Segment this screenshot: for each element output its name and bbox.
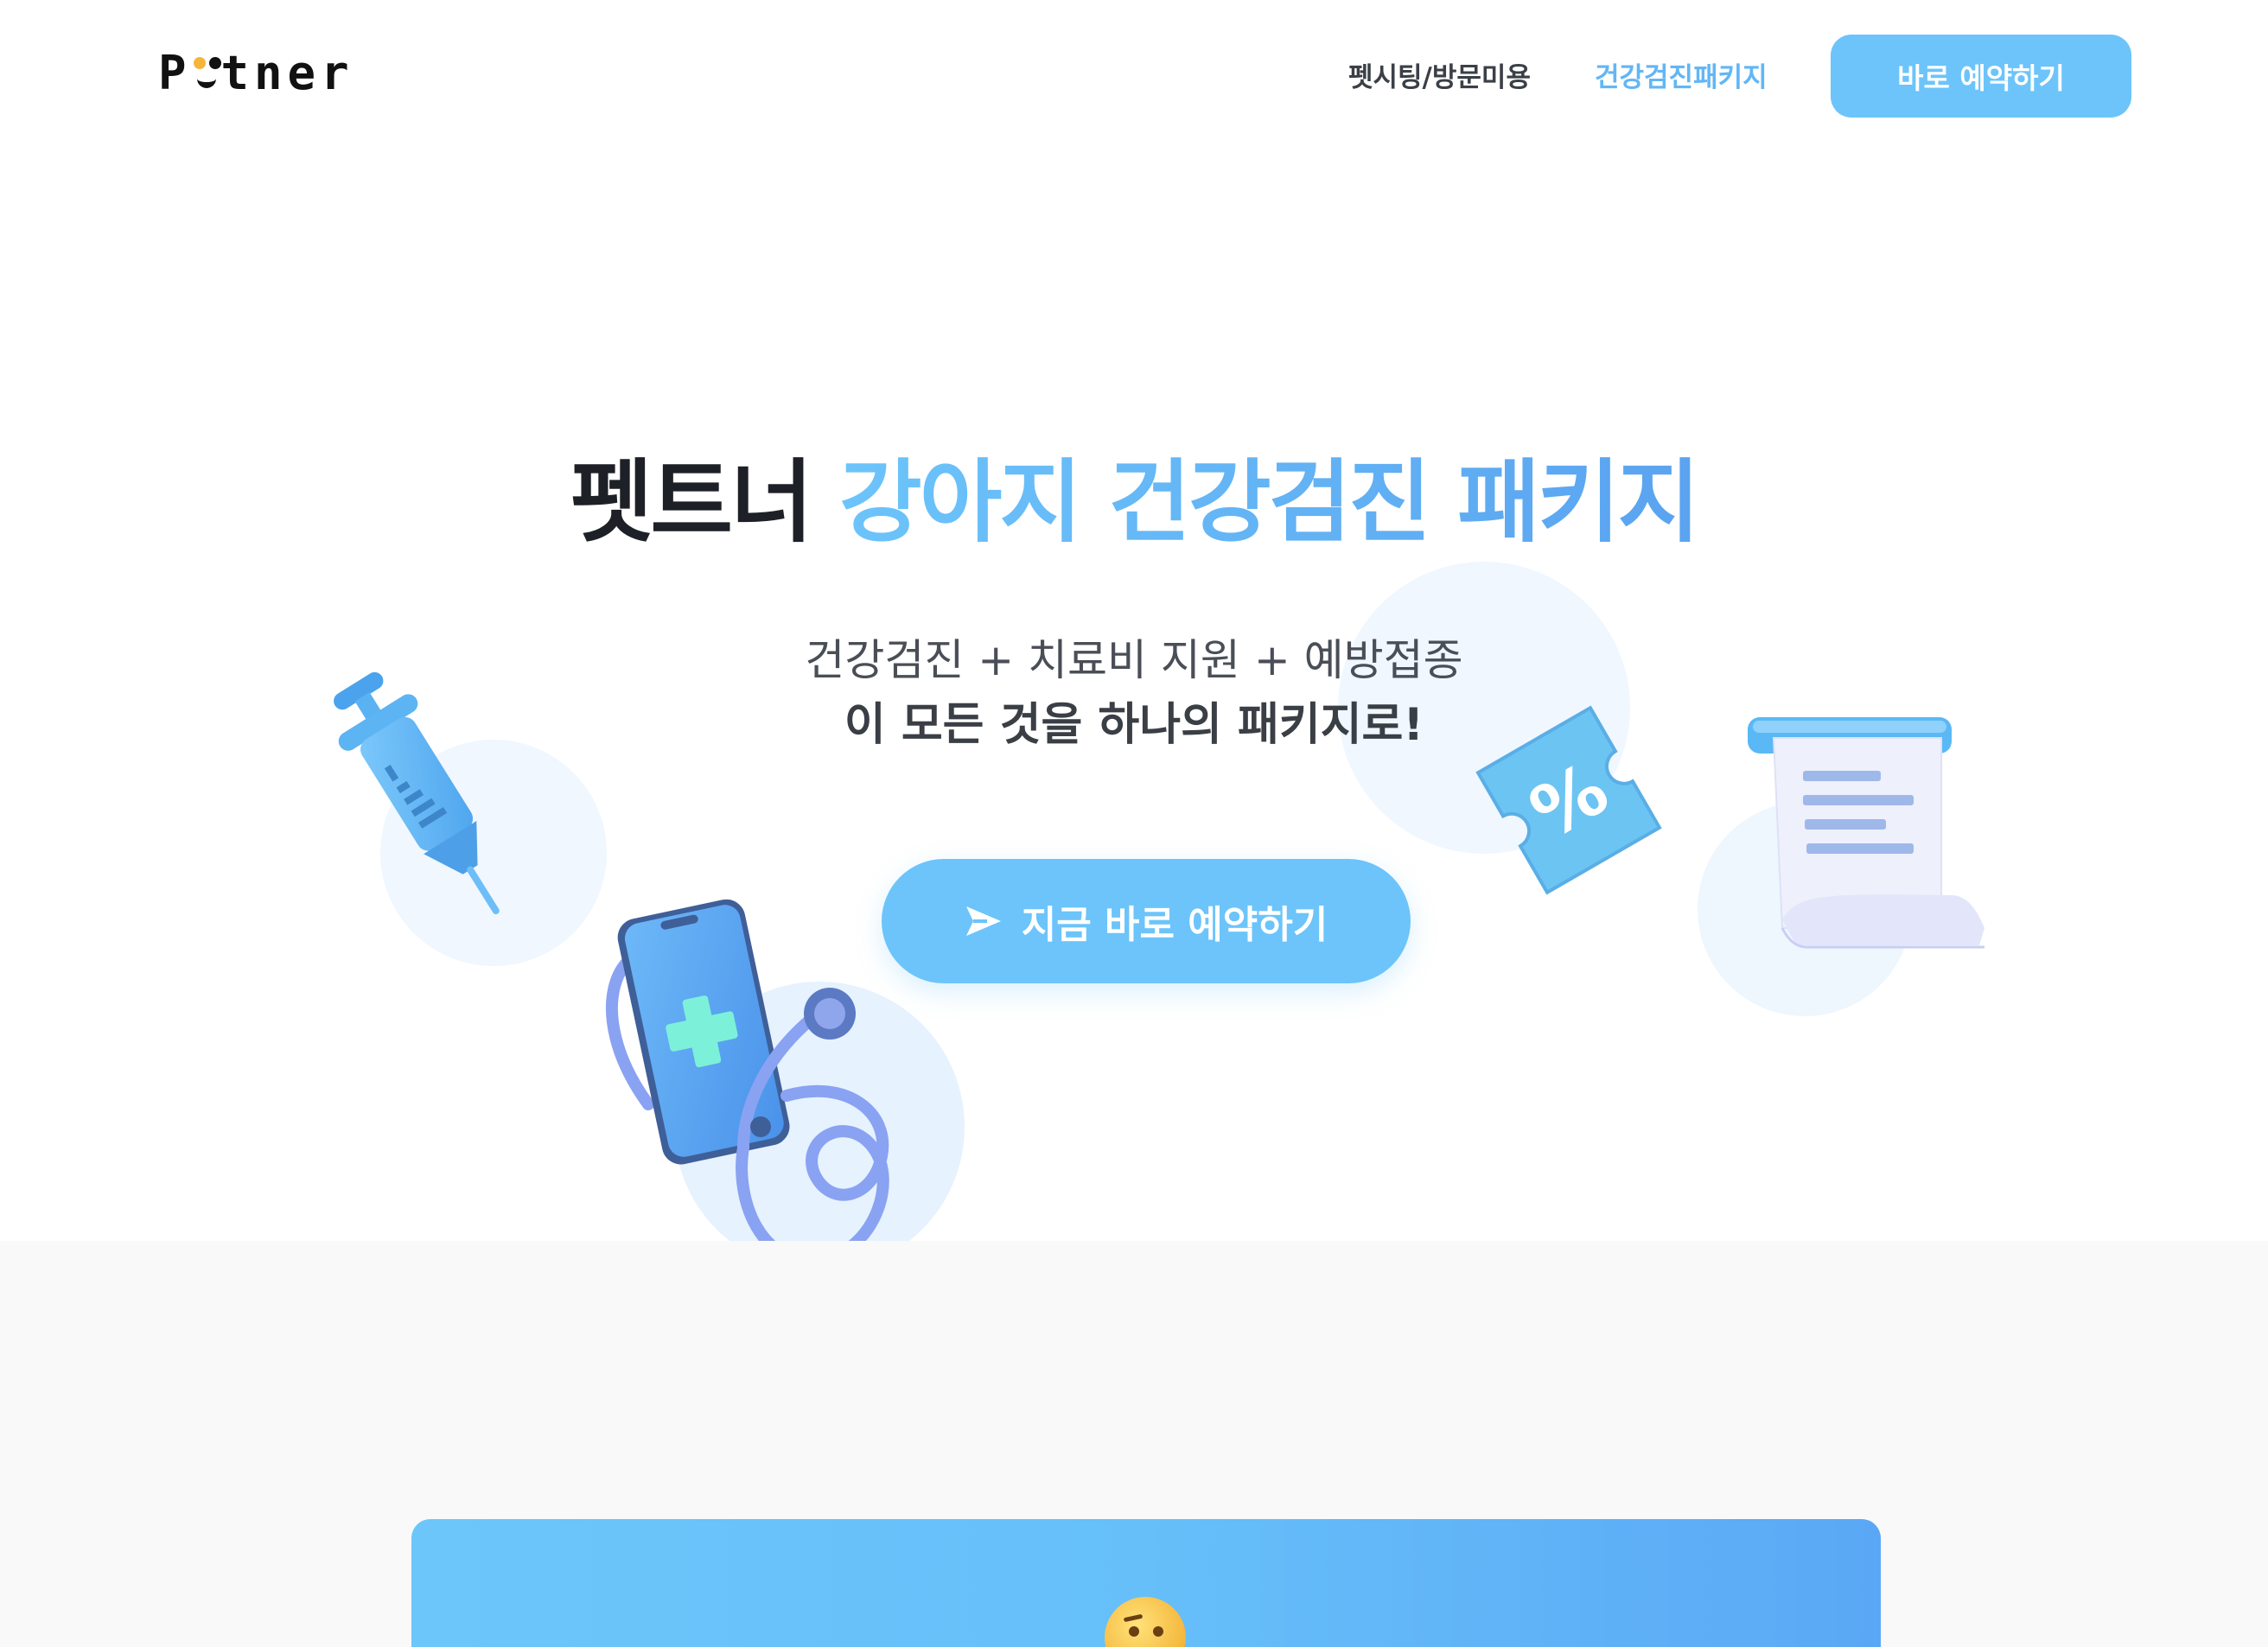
- phone-stethoscope-icon: [606, 899, 889, 1241]
- page-title: 펫트너 강아지 건강검진 패키지: [0, 429, 2268, 559]
- logo-letter-e: e: [287, 45, 322, 100]
- syringe-icon: [334, 671, 500, 914]
- nav-health-checkup-package[interactable]: 건강검진패키지: [1595, 55, 1768, 94]
- nav-petsitting-grooming[interactable]: 펫시팅/방문미용: [1348, 55, 1531, 94]
- hero-section: 펫트너 강아지 건강검진 패키지 건강검진 + 치료비 지원 + 예방접종 이 …: [0, 152, 2268, 1241]
- logo[interactable]: P t n e r: [158, 45, 354, 100]
- logo-paw-mark: [192, 55, 221, 90]
- percent-coupon-icon: %: [1475, 705, 1662, 895]
- logo-letter-r: r: [321, 45, 354, 100]
- title-brand: 펫트너: [570, 449, 813, 555]
- book-now-button[interactable]: 바로 예약하기: [1831, 35, 2131, 118]
- title-highlight: 강아지 건강검진 패키지: [839, 449, 1700, 555]
- emoji-eye-right: [1153, 1626, 1163, 1637]
- logo-letter-t: t: [220, 45, 255, 100]
- header: P t n e r 펫시팅/방문미용 건강검진패키지 바로 예약하기: [0, 0, 2268, 152]
- emoji-brow: [1123, 1613, 1144, 1623]
- logo-letter-p: P: [158, 45, 192, 100]
- emoji-eye-left: [1129, 1626, 1139, 1637]
- receipt-icon: [1748, 717, 1984, 949]
- book-now-hero-label: 지금 바로 예약하기: [1021, 903, 1328, 947]
- page: P t n e r 펫시팅/방문미용 건강검진패키지 바로 예약하기 펫트너 강…: [0, 0, 2268, 1647]
- logo-letter-n: n: [254, 45, 288, 100]
